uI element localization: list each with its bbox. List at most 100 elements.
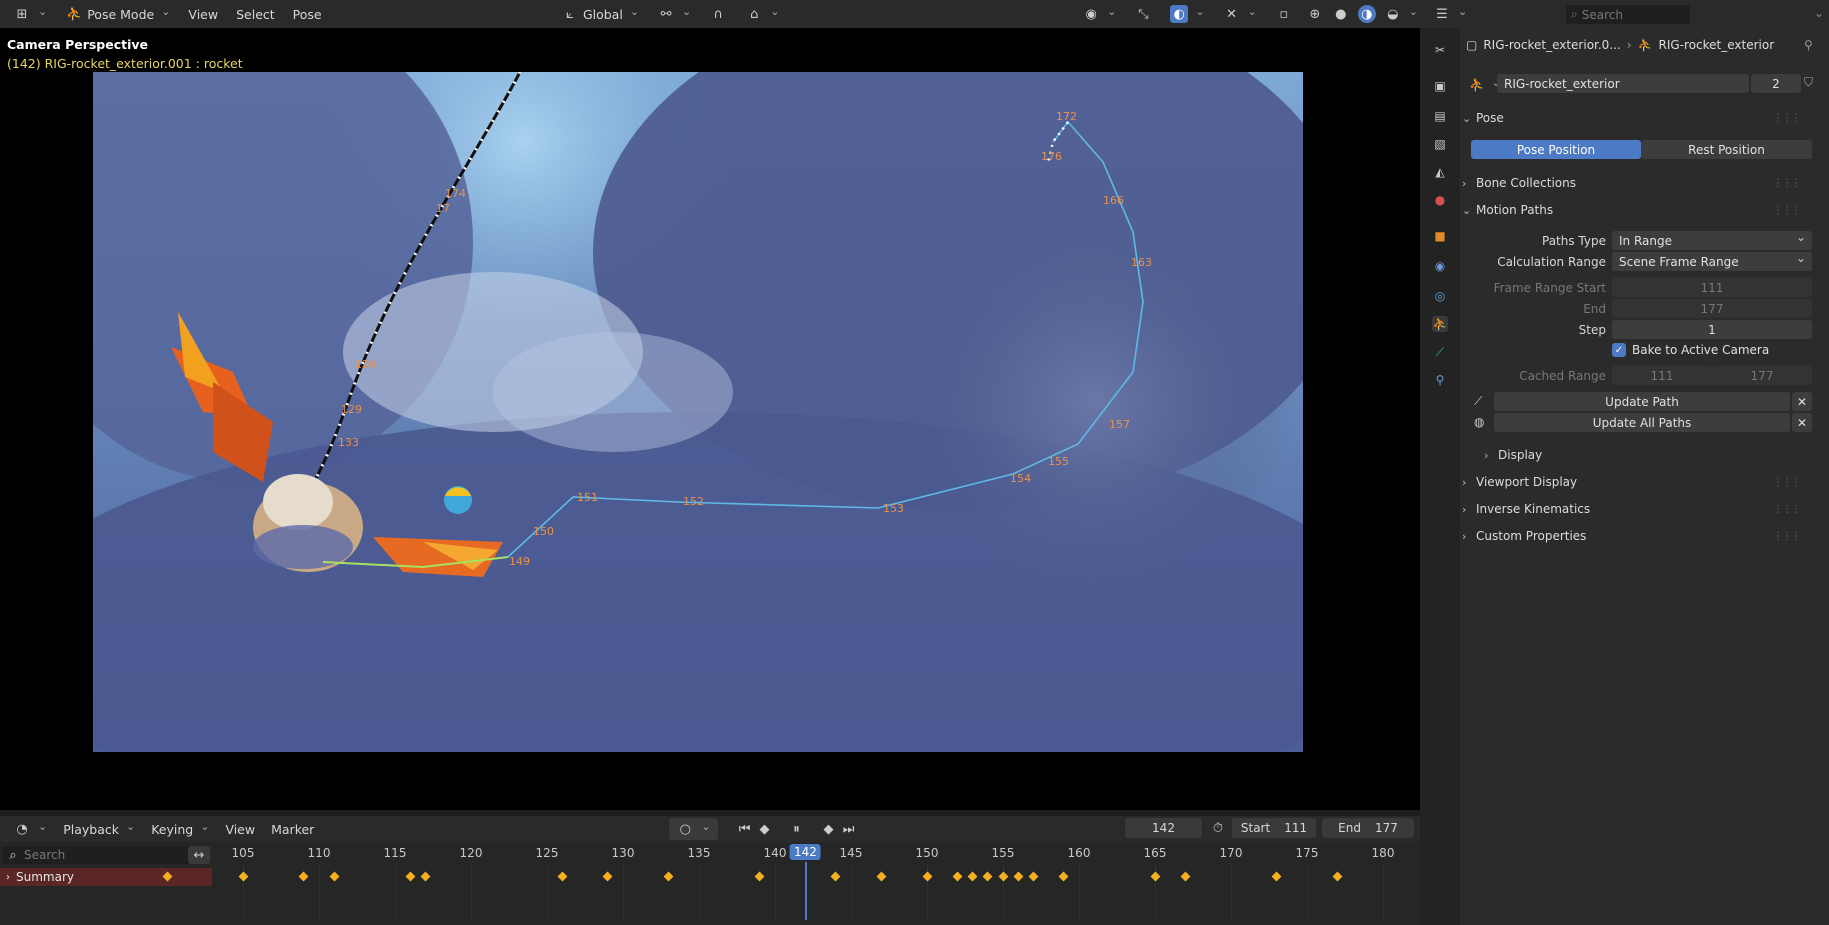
frame-ruler[interactable]: 105 110 115 120 125 130 135 140 145 150 155 160 165 1… [212,844,1420,864]
armature-data-tab-icon[interactable]: ⛹ [1432,316,1448,332]
modifier-tab-icon[interactable]: ◉ [1432,258,1448,274]
menu-pose[interactable]: Pose [286,3,329,25]
next-keyframe-icon[interactable]: ◆ [820,820,838,838]
pause-icon[interactable]: ⏸ [788,820,806,838]
world-tab-icon[interactable]: ● [1432,192,1448,208]
motion-paths-header[interactable]: ⌄ Motion Paths ⋮⋮⋮ [1462,199,1814,221]
checkbox-checked-icon[interactable]: ✓ [1612,343,1626,357]
shading-solid[interactable]: ● [1330,3,1352,25]
snap-toggle[interactable]: ∩ [702,3,734,25]
prev-keyframe-icon[interactable]: ◆ [756,820,774,838]
update-path-button[interactable]: Update Path [1494,392,1790,411]
playhead-line[interactable] [805,862,807,920]
menu-timeline-view[interactable]: View [218,818,262,840]
tool-tab-icon[interactable]: ✂ [1432,42,1448,58]
menu-keying[interactable]: Keying [144,818,216,840]
bone-collections-header[interactable]: › Bone Collections ⋮⋮⋮ [1462,172,1814,194]
drag-handle-icon[interactable]: ⋮⋮⋮ [1773,504,1801,515]
current-frame-field[interactable]: 142 [1125,818,1202,838]
cloud-soft [893,202,1293,602]
frame-end-field[interactable]: 177 [1612,299,1812,318]
bone-overlay-dropdown[interactable]: ✕ [1216,3,1264,25]
stopwatch-icon[interactable]: ⏱ [1209,819,1227,837]
snap-dropdown[interactable]: ⌂ [738,3,786,25]
pin-icon[interactable]: ⚲ [1804,38,1813,52]
start-frame-field[interactable]: Start 111 [1232,818,1316,838]
timeline-summary-row[interactable]: › Summary [0,868,212,886]
timeline-search-field[interactable]: ⌕ Search ↔ [2,846,210,864]
menu-playback[interactable]: Playback [56,818,142,840]
timeline-editor-type[interactable]: ◔ [6,818,54,840]
jump-end-icon[interactable]: ⏭ [840,820,858,838]
chevron-right-icon: › [1462,529,1467,543]
viewport-subtitle: (142) RIG-rocket_exterior.001 : rocket [7,56,243,71]
clear-all-paths-button[interactable]: ✕ [1792,413,1812,432]
drag-handle-icon[interactable]: ⋮⋮⋮ [1773,178,1801,189]
pose-section-header[interactable]: ⌄ Pose ⋮⋮⋮ [1462,107,1814,129]
frame-gridline [699,864,700,922]
pose-position-button[interactable]: Pose Position [1471,140,1641,159]
object-tab-icon[interactable]: ■ [1432,228,1448,244]
view-layer-tab-icon[interactable]: ▧ [1432,136,1448,152]
viewport-display-header[interactable]: › Viewport Display ⋮⋮⋮ [1462,471,1814,493]
playhead-label[interactable]: 142 [789,844,821,860]
bake-camera-row[interactable]: ✓ Bake to Active Camera [1612,343,1769,357]
ruler-tick: 145 [839,846,863,860]
properties-search[interactable]: ⌕ Search [1566,5,1690,24]
panel-menu-chevron-icon[interactable]: ⌄ [1814,6,1824,20]
scene-tab-icon[interactable]: ◭ [1432,164,1448,180]
frame-gridline [395,864,396,922]
close-icon: ✕ [1796,415,1808,430]
frame-gridline [851,864,852,922]
fake-user-shield-icon[interactable]: ⛉ [1804,75,1813,90]
drag-handle-icon[interactable]: ⋮⋮⋮ [1773,205,1801,216]
menu-view[interactable]: View [181,3,225,25]
3d-viewport[interactable]: Camera Perspective (142) RIG-rocket_exte… [0,28,1420,810]
drag-handle-icon[interactable]: ⋮⋮⋮ [1773,477,1801,488]
properties-editor-type[interactable]: ☰ [1426,3,1474,25]
visibility-dropdown[interactable]: ◉ [1075,3,1123,25]
paths-type-select[interactable]: In Range [1612,230,1812,250]
inverse-kinematics-header[interactable]: › Inverse Kinematics ⋮⋮⋮ [1462,498,1814,520]
bone-constraint-tab-icon[interactable]: ⚲ [1432,372,1448,388]
output-tab-icon[interactable]: ▤ [1432,108,1448,124]
camera-frame[interactable]: 172 176 166 163 157 155 154 153 152 151 … [93,72,1303,752]
user-count-field[interactable]: 2 [1751,74,1801,93]
display-subpanel-header[interactable]: › Display [1484,444,1814,466]
swap-icon[interactable]: ↔ [188,846,210,864]
overlay-dropdown[interactable]: ◐ [1163,3,1211,25]
orientation-dropdown[interactable]: ⟀ Global [554,3,646,25]
shading-rendered[interactable]: ◒ [1382,3,1420,25]
physics-tab-icon[interactable]: ◎ [1432,288,1448,304]
ruler-tick: 150 [915,846,939,860]
shading-wireframe[interactable]: ⊕ [1304,3,1326,25]
jump-start-icon[interactable]: ⏮ [736,820,754,838]
custom-properties-header[interactable]: › Custom Properties ⋮⋮⋮ [1462,525,1814,547]
rest-position-button[interactable]: Rest Position [1641,140,1812,159]
bone-tab-icon[interactable]: ⟋ [1432,344,1448,360]
xray-toggle[interactable]: ▫ [1268,3,1300,25]
render-tab-icon[interactable]: ▣ [1432,78,1448,94]
path-label: 126 [355,358,376,371]
drag-handle-icon[interactable]: ⋮⋮⋮ [1773,531,1801,542]
armature-name-field[interactable]: RIG-rocket_exterior [1497,74,1749,93]
orientation-label: Global [582,6,623,22]
mode-label: Pose Mode [87,6,155,22]
snap-target-icon: ⌂ [750,6,759,22]
end-frame-field[interactable]: End 177 [1322,818,1414,838]
menu-marker[interactable]: Marker [264,818,321,840]
editor-type-button[interactable]: ⊞ [6,3,54,25]
drag-handle-icon[interactable]: ⋮⋮⋮ [1773,113,1801,124]
pivot-dropdown[interactable]: ⚯ [650,3,698,25]
menu-select[interactable]: Select [229,3,282,25]
calc-range-select[interactable]: Scene Frame Range [1612,251,1812,271]
clear-path-button[interactable]: ✕ [1792,392,1812,411]
step-field[interactable]: 1 [1612,320,1812,339]
update-all-paths-button[interactable]: Update All Paths [1494,413,1790,432]
gizmo-toggle[interactable]: ⤡ [1127,3,1159,25]
mode-dropdown[interactable]: ⛹ Pose Mode [58,3,177,25]
frame-start-field[interactable]: 111 [1612,278,1812,297]
auto-keying-toggle[interactable]: ○ [669,818,718,840]
shading-material[interactable]: ◑ [1356,3,1378,25]
frame-gridline [1383,864,1384,922]
